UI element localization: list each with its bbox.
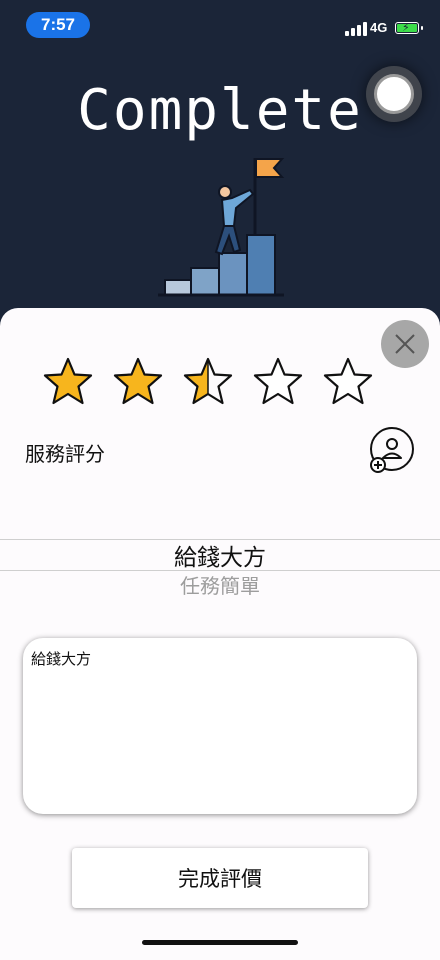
picker-selected-option[interactable]: 給錢大方 xyxy=(0,538,440,572)
star-4-empty-icon[interactable] xyxy=(252,356,304,408)
status-bar: 7:57 4G ⚡ xyxy=(0,0,440,50)
close-button[interactable] xyxy=(381,320,429,368)
signal-icon xyxy=(345,22,367,36)
star-3-half-icon[interactable] xyxy=(182,356,234,408)
add-user-icon[interactable] xyxy=(368,427,416,475)
close-icon xyxy=(395,334,415,354)
star-5-empty-icon[interactable] xyxy=(322,356,374,408)
home-indicator xyxy=(142,940,298,945)
battery-icon: ⚡ xyxy=(395,21,423,34)
network-type: 4G xyxy=(370,20,388,35)
assistive-touch-icon[interactable] xyxy=(366,66,422,122)
status-time: 7:57 xyxy=(26,12,90,38)
star-rating[interactable] xyxy=(42,356,382,408)
picker-next-option[interactable]: 任務簡單 xyxy=(0,570,440,599)
submit-rating-button[interactable]: 完成評價 xyxy=(72,848,368,908)
star-1-filled-icon[interactable] xyxy=(42,356,94,408)
star-2-filled-icon[interactable] xyxy=(112,356,164,408)
service-rating-label: 服務評分 xyxy=(25,442,105,466)
comment-textarea[interactable]: 給錢大方 xyxy=(23,638,417,814)
climbing-flag-illustration xyxy=(158,158,285,297)
